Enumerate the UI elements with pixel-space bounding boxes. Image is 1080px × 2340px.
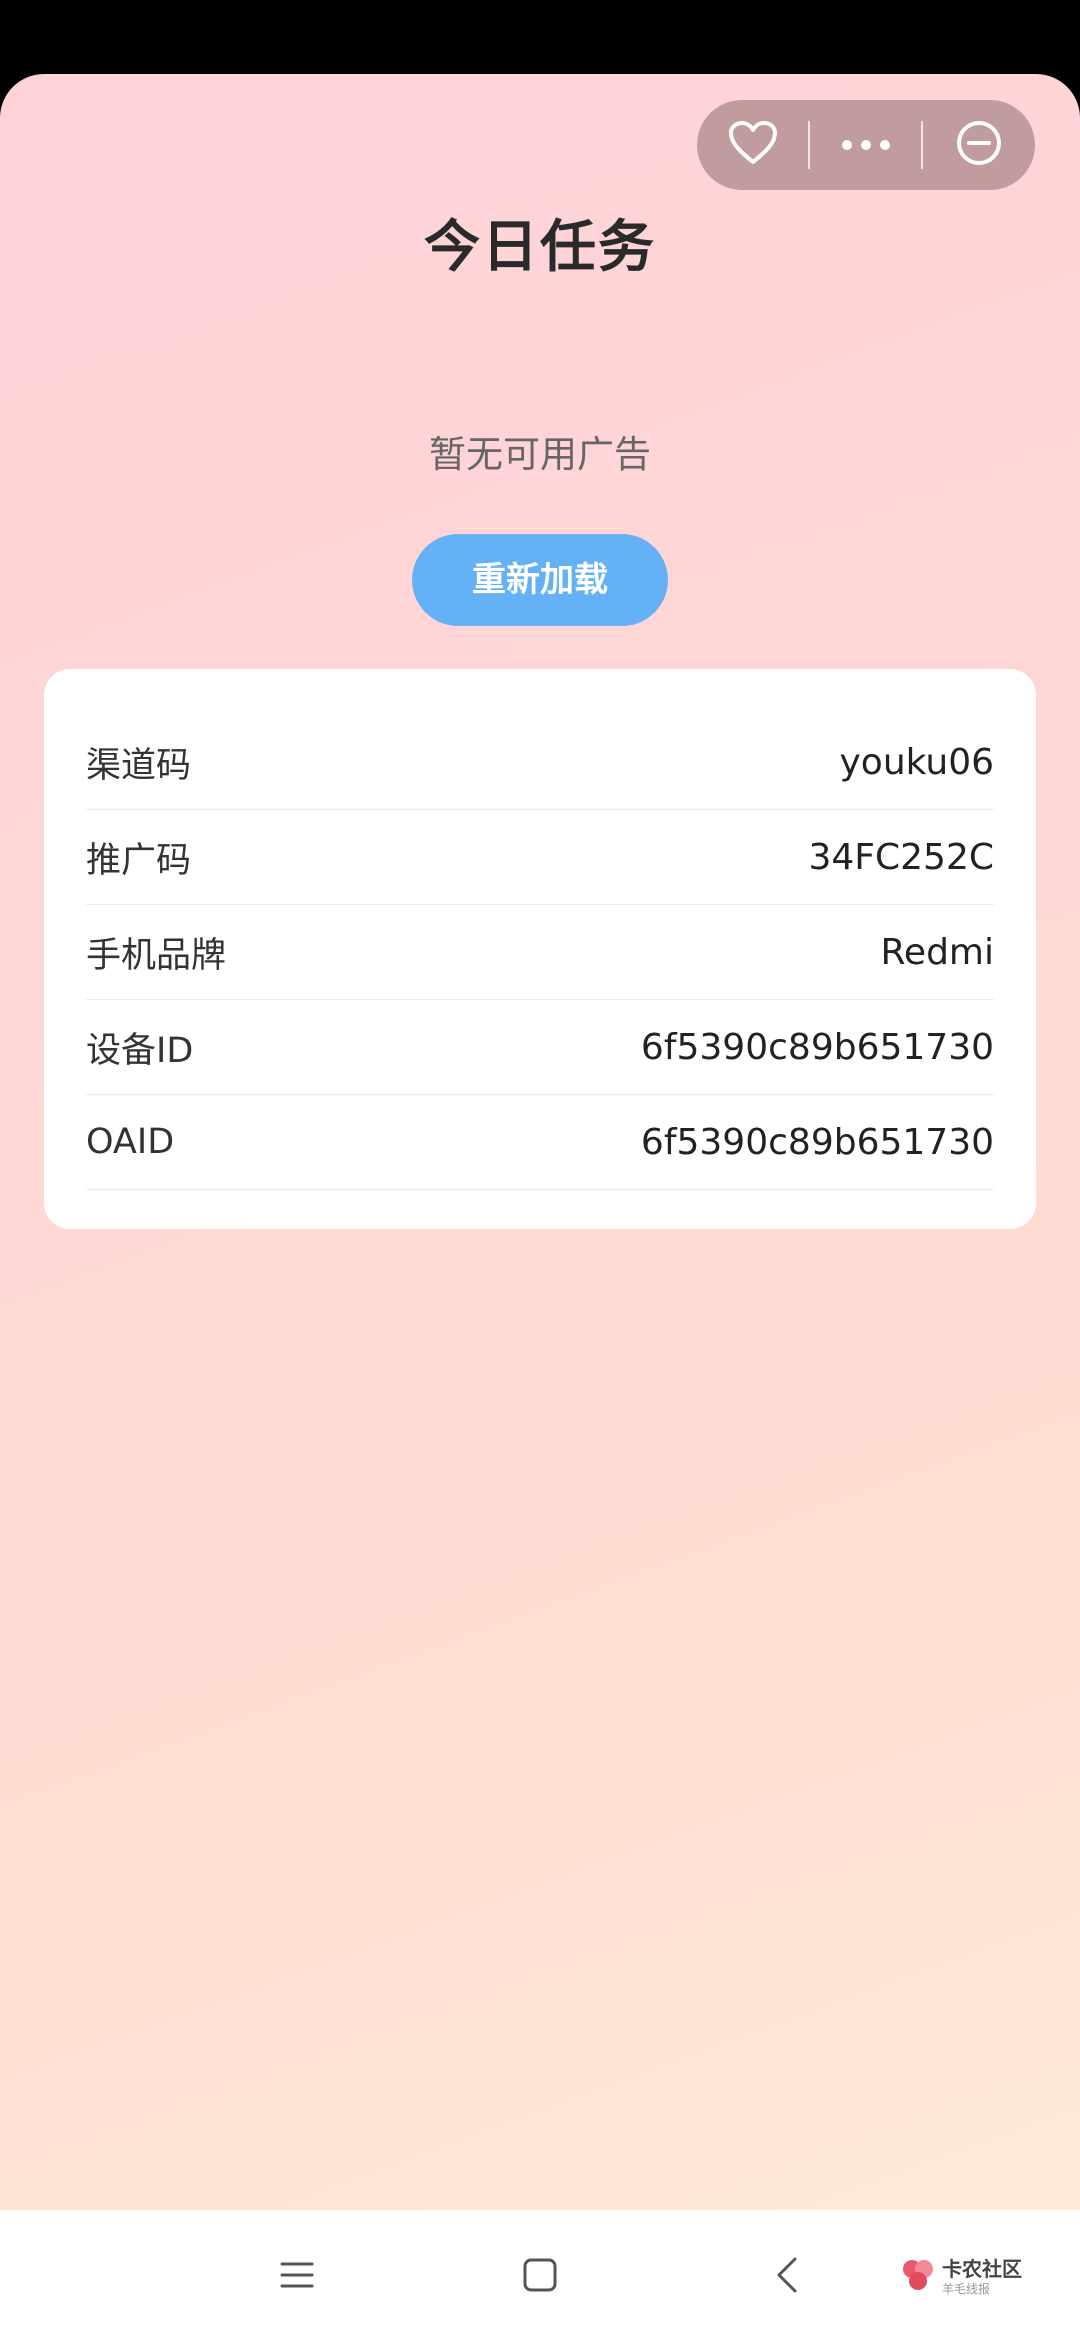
device-info-card: 渠道码 youku06 推广码 34FC252C 手机品牌 Redmi 设备ID… (44, 669, 1036, 1229)
status-bar (0, 0, 1080, 76)
info-row-oaid: OAID 6f5390c89b651730 (86, 1095, 994, 1190)
minimize-button[interactable] (923, 100, 1034, 190)
info-label: 设备ID (86, 1030, 194, 1071)
watermark-logo-icon (900, 2257, 936, 2297)
info-row-promo-code: 推广码 34FC252C (86, 810, 994, 905)
favorite-button[interactable] (697, 100, 808, 190)
mini-program-capsule (697, 100, 1035, 190)
back-chevron-icon (775, 2256, 799, 2298)
info-value: 6f5390c89b651730 (640, 1026, 994, 1068)
page-title: 今日任务 (424, 215, 656, 280)
reload-button[interactable]: 重新加载 (412, 534, 668, 626)
info-row-channel-code: 渠道码 youku06 (86, 715, 994, 810)
more-button[interactable] (810, 100, 921, 190)
info-value: 34FC252C (808, 836, 994, 878)
menu-icon (279, 2260, 315, 2294)
recent-apps-button[interactable] (265, 2245, 329, 2309)
back-button[interactable] (755, 2245, 819, 2309)
info-row-phone-brand: 手机品牌 Redmi (86, 905, 994, 1000)
home-square-icon (522, 2257, 558, 2297)
info-value: youku06 (839, 741, 994, 783)
info-value: Redmi (880, 931, 994, 973)
home-button[interactable] (508, 2245, 572, 2309)
task-page: 今日任务 暂无可用广告 重新加载 渠道码 youku06 推广码 34FC252… (0, 74, 1080, 2210)
watermark-text: 卡农社区 (942, 2256, 1022, 2281)
watermark-subtext: 羊毛线报 (942, 2281, 991, 2296)
info-label: 手机品牌 (86, 935, 227, 976)
info-label: 推广码 (86, 840, 192, 881)
community-watermark: 卡农社区 羊毛线报 (900, 2244, 1040, 2310)
info-label: OAID (86, 1122, 175, 1162)
heart-icon (728, 120, 778, 170)
info-label: 渠道码 (86, 745, 192, 786)
more-dots-icon (841, 136, 891, 155)
empty-ads-message: 暂无可用广告 (429, 433, 651, 476)
info-value: 6f5390c89b651730 (640, 1121, 994, 1163)
info-row-device-id: 设备ID 6f5390c89b651730 (86, 1000, 994, 1095)
system-nav-bar: 卡农社区 羊毛线报 (0, 2210, 1080, 2340)
minimize-circle-icon (954, 118, 1004, 172)
